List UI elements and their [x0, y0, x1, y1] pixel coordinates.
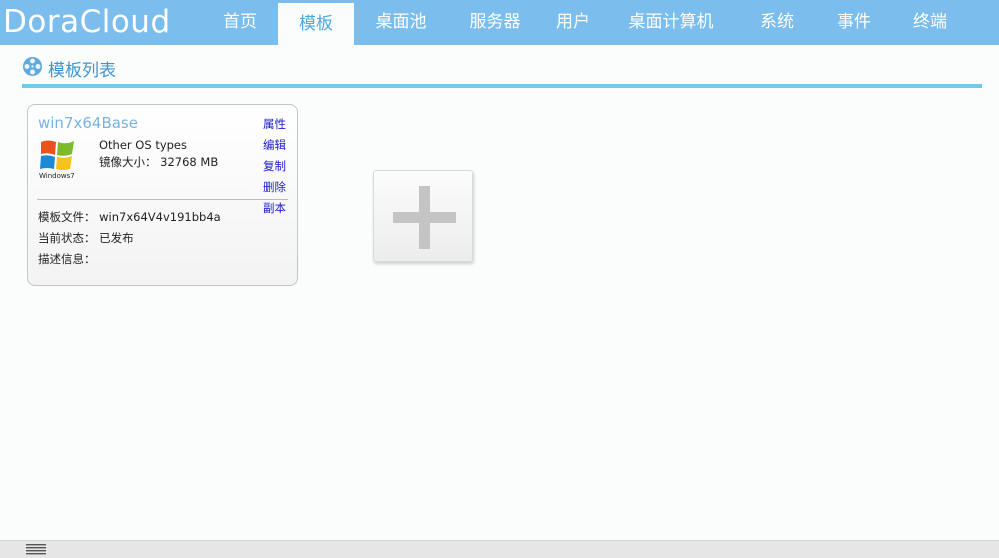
main-nav: 首页 模板 桌面池 服务器 用户 桌面计算机 系统 事件 终端 [202, 0, 968, 45]
image-size-label: 镜像大小： [99, 155, 157, 169]
template-file-value: win7x64V4v191bb4a [99, 210, 221, 224]
nav-tab-home[interactable]: 首页 [202, 0, 278, 45]
template-file-row: 模板文件： win7x64V4v191bb4a [38, 209, 221, 225]
status-value: 已发布 [99, 231, 134, 245]
edit-link[interactable]: 编辑 [263, 136, 286, 157]
replica-link[interactable]: 副本 [263, 199, 286, 220]
top-navigation-bar: DoraCloud 首页 模板 桌面池 服务器 用户 桌面计算机 系统 事件 终… [0, 0, 999, 45]
template-actions: 属性 编辑 复制 删除 副本 [263, 115, 286, 220]
nav-tab-events[interactable]: 事件 [816, 0, 892, 45]
nav-tab-terminals[interactable]: 终端 [892, 0, 968, 45]
template-name: win7x64Base [38, 114, 138, 132]
image-size: 镜像大小： 32768 MB [99, 154, 218, 170]
nav-tab-desktop-computers[interactable]: 桌面计算机 [604, 0, 738, 45]
os-type: Other OS types [99, 138, 187, 152]
section-header: 模板列表 [22, 55, 116, 81]
status-label: 当前状态： [38, 231, 96, 245]
template-card: win7x64Base Windows7 Other OS types 镜像大小… [27, 104, 298, 286]
nav-tab-system[interactable]: 系统 [738, 0, 816, 45]
film-reel-icon [22, 56, 43, 81]
plus-icon [393, 186, 456, 249]
description-row: 描述信息： [38, 251, 96, 267]
status-row: 当前状态： 已发布 [38, 230, 134, 246]
page-title: 模板列表 [48, 60, 116, 81]
delete-link[interactable]: 删除 [263, 178, 286, 199]
nav-tab-servers[interactable]: 服务器 [448, 0, 542, 45]
section-divider [22, 84, 982, 88]
list-toggle-icon[interactable] [26, 544, 46, 555]
nav-tab-templates[interactable]: 模板 [278, 0, 354, 45]
template-file-label: 模板文件： [38, 210, 96, 224]
nav-tab-desktop-pools[interactable]: 桌面池 [354, 0, 448, 45]
os-logo-caption: Windows7 [39, 172, 75, 180]
bottom-status-bar [0, 540, 999, 558]
windows7-logo-icon: Windows7 [38, 136, 80, 180]
add-template-button[interactable] [373, 170, 473, 262]
doracloud-logo: DoraCloud [3, 4, 171, 40]
card-divider [37, 199, 288, 200]
properties-link[interactable]: 属性 [263, 115, 286, 136]
nav-tab-users[interactable]: 用户 [542, 0, 604, 45]
copy-link[interactable]: 复制 [263, 157, 286, 178]
description-label: 描述信息： [38, 252, 96, 266]
image-size-value: 32768 MB [160, 155, 219, 169]
